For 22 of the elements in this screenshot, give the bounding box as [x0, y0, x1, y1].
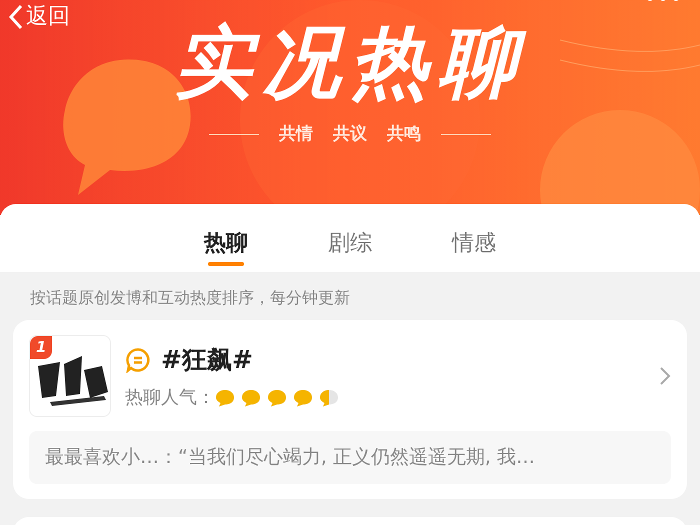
back-icon [8, 4, 24, 30]
chevron-right-icon [659, 366, 671, 386]
chat-bubble-icon [215, 388, 235, 407]
popularity-label: 热聊人气： [125, 386, 215, 410]
chat-bubble-icon [319, 388, 339, 407]
topic-title: #狂飙# [161, 344, 253, 376]
sort-note: 按话题原创发博和互动热度排序，每分钟更新 [29, 287, 351, 309]
back-button[interactable]: 返回 [8, 0, 70, 33]
banner-tagline: 共鸣 [387, 123, 421, 146]
chat-bubble-icon [241, 388, 261, 407]
banner-tagline: 共议 [333, 123, 367, 146]
chat-bubble-icon [293, 388, 313, 407]
tab[interactable]: 剧综 [328, 220, 372, 266]
rank-badge: 1 [30, 336, 52, 358]
banner-tagline: 共情 [279, 123, 313, 146]
topic-card[interactable]: 1 #狂飙# 热聊人气： 最最喜欢小…：“当我们尽心竭力, 正义仍然遥遥无期, 我… [13, 320, 687, 498]
topic-quote: 最最喜欢小…：“当我们尽心竭力, 正义仍然遥遥无期, 我… [29, 431, 671, 484]
tab[interactable]: 热聊 [204, 220, 248, 266]
chat-bubble-icon [267, 388, 287, 407]
banner-title: 实况热聊 [174, 17, 526, 110]
tab[interactable]: 情感 [452, 220, 496, 266]
chat-icon [125, 346, 151, 372]
